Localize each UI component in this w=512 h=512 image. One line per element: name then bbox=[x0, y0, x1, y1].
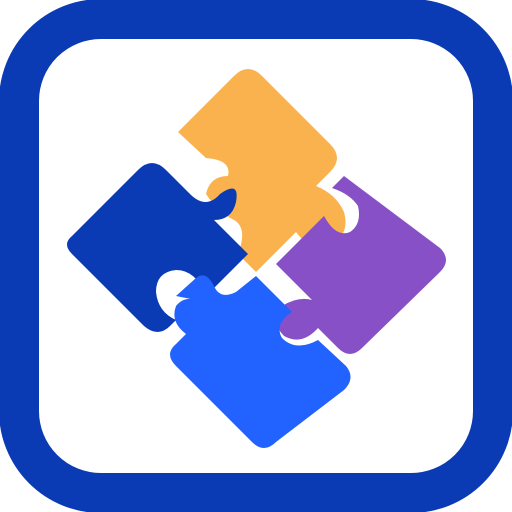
app-icon bbox=[0, 0, 512, 512]
puzzle-icon bbox=[0, 0, 512, 512]
